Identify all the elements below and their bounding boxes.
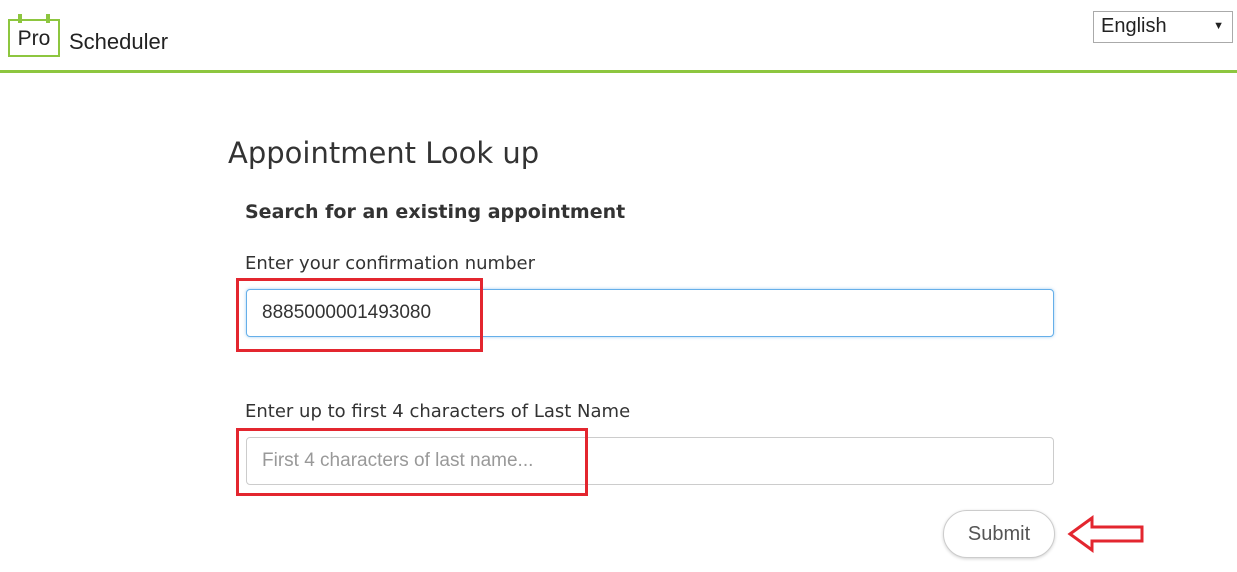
calendar-ring-right (46, 14, 50, 23)
confirmation-number-input[interactable] (246, 289, 1054, 337)
logo-wordmark: Scheduler (69, 29, 169, 54)
page: Pro Scheduler English ▼ Appointment Look… (0, 0, 1237, 572)
submit-button[interactable]: Submit (943, 510, 1055, 558)
calendar-logo-icon: Pro (8, 14, 60, 57)
page-title: Appointment Look up (228, 136, 540, 170)
last-name-input[interactable] (246, 437, 1054, 485)
confirmation-number-label: Enter your confirmation number (245, 253, 535, 274)
language-select[interactable]: English ▼ (1093, 11, 1233, 43)
section-subtitle: Search for an existing appointment (245, 201, 626, 223)
caret-down-icon: ▼ (1213, 20, 1224, 32)
logo-badge-text: Pro (17, 27, 51, 50)
header-divider (0, 70, 1237, 73)
language-selected-value: English (1101, 15, 1167, 37)
header: Pro Scheduler English ▼ (0, 0, 1237, 73)
last-name-label: Enter up to first 4 characters of Last N… (245, 401, 631, 422)
arrow-left-outline-icon (1067, 515, 1144, 553)
calendar-ring-left (18, 14, 22, 23)
